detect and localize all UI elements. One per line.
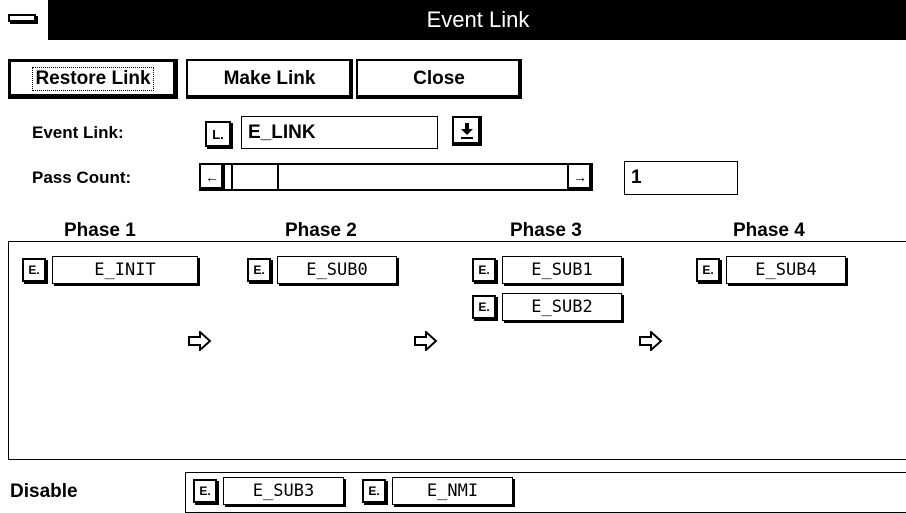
arrow-right-icon: [414, 331, 438, 351]
arrow-right-icon: [188, 331, 212, 351]
event-name: E_SUB3: [223, 477, 344, 505]
event-link-dropdown-button[interactable]: [452, 116, 482, 146]
close-button[interactable]: Close: [356, 59, 522, 99]
minus-icon: [8, 14, 36, 22]
event-type-badge: E.: [472, 295, 496, 319]
make-link-label: Make Link: [223, 68, 316, 89]
system-menu-button[interactable]: [0, 0, 50, 40]
slider-thumb[interactable]: [231, 165, 279, 189]
close-label: Close: [413, 68, 465, 89]
scroll-right-button[interactable]: →: [567, 165, 591, 189]
arrow-right-icon: [639, 331, 663, 351]
event-type-badge: E.: [696, 258, 720, 282]
restore-link-label: Restore Link: [32, 67, 154, 91]
event-name: E_SUB4: [726, 256, 846, 284]
pass-count-slider[interactable]: ← →: [199, 163, 593, 191]
phase-4-heading: Phase 4: [733, 220, 805, 241]
arrow-left-icon: ←: [205, 169, 219, 185]
pass-count-field[interactable]: 1: [624, 161, 738, 195]
event-name: E_SUB1: [502, 256, 622, 284]
title-bar: Event Link: [0, 0, 906, 40]
event-type-badge: E.: [472, 258, 496, 282]
phase-2-heading: Phase 2: [285, 220, 357, 241]
scroll-left-button[interactable]: ←: [201, 165, 225, 189]
make-link-button[interactable]: Make Link: [186, 59, 353, 99]
arrow-right-icon: →: [573, 169, 587, 185]
down-arrow-icon: [461, 123, 473, 139]
phase-1-heading: Phase 1: [64, 220, 136, 241]
event-type-badge: E.: [362, 479, 386, 503]
disable-label: Disable: [10, 481, 78, 502]
event-link-field[interactable]: E_LINK: [241, 116, 438, 149]
window-title: Event Link: [426, 7, 530, 32]
event-type-badge: E.: [193, 479, 217, 503]
pass-count-label: Pass Count:: [32, 168, 132, 187]
link-type-badge: L.: [205, 121, 231, 147]
phase-3-heading: Phase 3: [510, 220, 582, 241]
event-link-label: Event Link:: [32, 123, 124, 142]
event-name: E_INIT: [52, 256, 198, 284]
event-name: E_SUB0: [277, 256, 397, 284]
event-name: E_NMI: [392, 477, 513, 505]
restore-link-button[interactable]: Restore Link: [8, 59, 178, 99]
event-type-badge: E.: [247, 258, 271, 282]
event-name: E_SUB2: [502, 293, 622, 321]
event-type-badge: E.: [22, 258, 46, 282]
